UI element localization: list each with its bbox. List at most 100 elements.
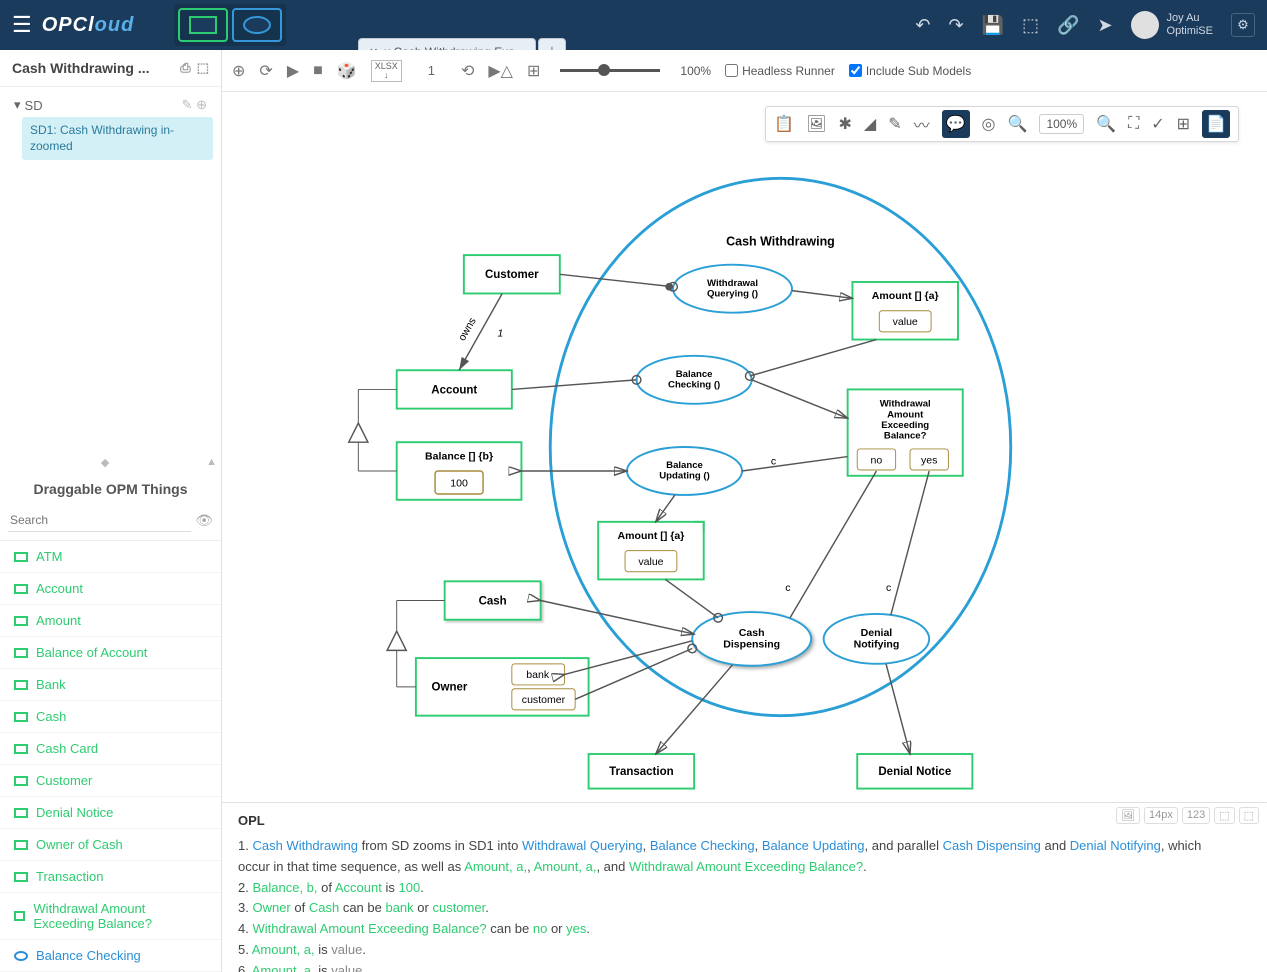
- eye-icon[interactable]: 👁: [195, 512, 213, 529]
- float-zoom-label[interactable]: 100%: [1039, 114, 1084, 134]
- drag-item[interactable]: Balance of Account: [0, 637, 221, 669]
- drag-list: ATM Account Amount Balance of AccountBank Ca…: [0, 540, 221, 972]
- canvas[interactable]: Cash Withdrawing Customer Account owns 1…: [222, 92, 1267, 802]
- grid-icon[interactable]: ⊞: [527, 61, 540, 81]
- sidebar-tree: ▾ SD✎ ⊕ SD1: Cash Withdrawing in-zoomed: [0, 87, 221, 166]
- opl-t2-icon[interactable]: ⬚: [1239, 807, 1259, 824]
- drag-item[interactable]: Denial Notice: [0, 797, 221, 829]
- image-icon[interactable]: 🖼: [806, 114, 826, 134]
- zoom-out-icon[interactable]: 🔍: [1096, 114, 1116, 134]
- note-icon[interactable]: 📄: [1202, 110, 1230, 138]
- tree-root-label: SD: [25, 98, 43, 113]
- link-icon[interactable]: 🔗: [1057, 15, 1079, 36]
- edge-one: 1: [497, 328, 503, 340]
- edit-icon[interactable]: ✎ ⊕: [182, 97, 207, 113]
- sync-icon[interactable]: ⟲: [461, 61, 474, 81]
- sidebar-title-icons: ⎙ ⬚: [180, 60, 209, 76]
- edge-c1: c: [771, 455, 776, 467]
- opl-line: 5. Amount, a, is value.: [238, 940, 1251, 961]
- rect-icon: [14, 840, 28, 850]
- tree-sub-sd1[interactable]: SD1: Cash Withdrawing in-zoomed: [22, 117, 213, 160]
- label-transaction: Transaction: [609, 766, 674, 778]
- drag-item[interactable]: Bank: [0, 669, 221, 701]
- fullscreen-icon[interactable]: ⛶: [1128, 115, 1139, 133]
- drag-item[interactable]: Owner of Cash: [0, 829, 221, 861]
- drag-item[interactable]: Balance Checking: [0, 940, 221, 972]
- drag-item-label: Cash: [36, 709, 66, 724]
- logo-accent: oud: [95, 14, 135, 36]
- svg-text:BalanceChecking (): BalanceChecking (): [668, 369, 720, 391]
- slider-thumb[interactable]: [598, 64, 610, 76]
- tree-icon2[interactable]: ⬚: [197, 60, 209, 76]
- opl-img-icon[interactable]: 🖼: [1116, 807, 1140, 824]
- check-icon[interactable]: ✓: [1151, 114, 1164, 134]
- tree-icon[interactable]: ⎙: [180, 60, 190, 76]
- redo-icon[interactable]: ↷: [948, 15, 963, 36]
- drag-item[interactable]: ATM: [0, 541, 221, 573]
- pen-icon[interactable]: ✎: [888, 114, 901, 134]
- user-block[interactable]: Joy Au OptimiSE: [1131, 11, 1213, 39]
- gear-icon[interactable]: ⚙: [1231, 13, 1255, 37]
- toolbar: ⊕ ⟳ ▶ ■ 🎲 XLSX↓ 1 ⟲ ▶△ ⊞ 100% Headless R…: [222, 50, 1267, 92]
- label-balance: Balance [] {b}: [425, 450, 493, 462]
- arc-icon[interactable]: ◢: [864, 114, 876, 134]
- drag-item-label: Account: [36, 581, 83, 596]
- oval-icon: [243, 16, 271, 34]
- label-amount1: Amount [] {a}: [872, 290, 939, 302]
- save-icon[interactable]: 💾: [982, 15, 1004, 36]
- zoom-slider[interactable]: [560, 69, 660, 72]
- drag-item-label: Denial Notice: [36, 805, 113, 820]
- drag-item-label: Transaction: [36, 869, 103, 884]
- drag-item[interactable]: Cash Card: [0, 733, 221, 765]
- drag-item[interactable]: Transaction: [0, 861, 221, 893]
- triangle-icon2: [387, 631, 406, 650]
- label-amount1-val: value: [893, 316, 918, 328]
- svg-text:WithdrawalQuerying (): WithdrawalQuerying (): [707, 278, 758, 300]
- undo-icon[interactable]: ↶: [915, 15, 930, 36]
- label-owner: Owner: [432, 682, 468, 694]
- opl-title: OPL: [238, 813, 1251, 828]
- opl-fontsize[interactable]: 14px: [1144, 807, 1178, 824]
- export-icon[interactable]: ⬚: [1022, 15, 1039, 36]
- send-icon[interactable]: ➤: [1097, 15, 1112, 36]
- zoom-in-icon[interactable]: 🔍: [1008, 114, 1028, 134]
- xlsx-icon[interactable]: XLSX↓: [371, 60, 402, 82]
- rect-icon: [14, 680, 28, 690]
- target-icon[interactable]: ◎: [982, 114, 996, 134]
- drag-item[interactable]: Account: [0, 573, 221, 605]
- drag-item-label: Customer: [36, 773, 92, 788]
- drag-item[interactable]: Withdrawal Amount Exceeding Balance?: [0, 893, 221, 940]
- headless-label: Headless Runner: [742, 64, 835, 78]
- drag-item[interactable]: Cash: [0, 701, 221, 733]
- stop-icon[interactable]: ■: [313, 62, 323, 80]
- headless-checkbox[interactable]: Headless Runner: [725, 64, 835, 78]
- object-tool[interactable]: [178, 8, 228, 42]
- menu-icon[interactable]: ☰: [12, 12, 32, 38]
- drag-item[interactable]: Customer: [0, 765, 221, 797]
- drag-item[interactable]: Amount: [0, 605, 221, 637]
- refresh-icon[interactable]: ⟳: [259, 61, 272, 81]
- search-input[interactable]: [8, 509, 191, 532]
- drag-item-label: Withdrawal Amount Exceeding Balance?: [33, 901, 207, 931]
- play-all-icon[interactable]: ▶△: [488, 61, 513, 81]
- edge-c2: c: [785, 582, 790, 594]
- hash-icon[interactable]: ⊞: [1177, 114, 1190, 134]
- opl-num-icon[interactable]: 123: [1182, 807, 1210, 824]
- svg-text:BalanceUpdating (): BalanceUpdating (): [659, 460, 710, 482]
- doc-icon[interactable]: 📋: [774, 114, 794, 134]
- zoom-fit-icon[interactable]: ⊕: [232, 61, 245, 81]
- label-account: Account: [431, 384, 477, 396]
- opl-t1-icon[interactable]: ⬚: [1214, 807, 1234, 824]
- link-tool-icon[interactable]: ✱: [838, 114, 851, 134]
- comment-icon[interactable]: 💬: [942, 110, 970, 138]
- rect-icon: [14, 872, 28, 882]
- panel-handle[interactable]: ◆▲: [0, 452, 221, 473]
- drag-item-label: Amount: [36, 613, 81, 628]
- dice-icon[interactable]: 🎲: [337, 61, 357, 81]
- include-checkbox[interactable]: Include Sub Models: [849, 64, 971, 78]
- process-tool[interactable]: [232, 8, 282, 42]
- play-icon[interactable]: ▶: [287, 61, 299, 81]
- brush-icon[interactable]: 〰: [914, 112, 930, 136]
- tree-root[interactable]: ▾ SD✎ ⊕: [8, 93, 213, 117]
- label-denial: Denial Notice: [878, 766, 951, 778]
